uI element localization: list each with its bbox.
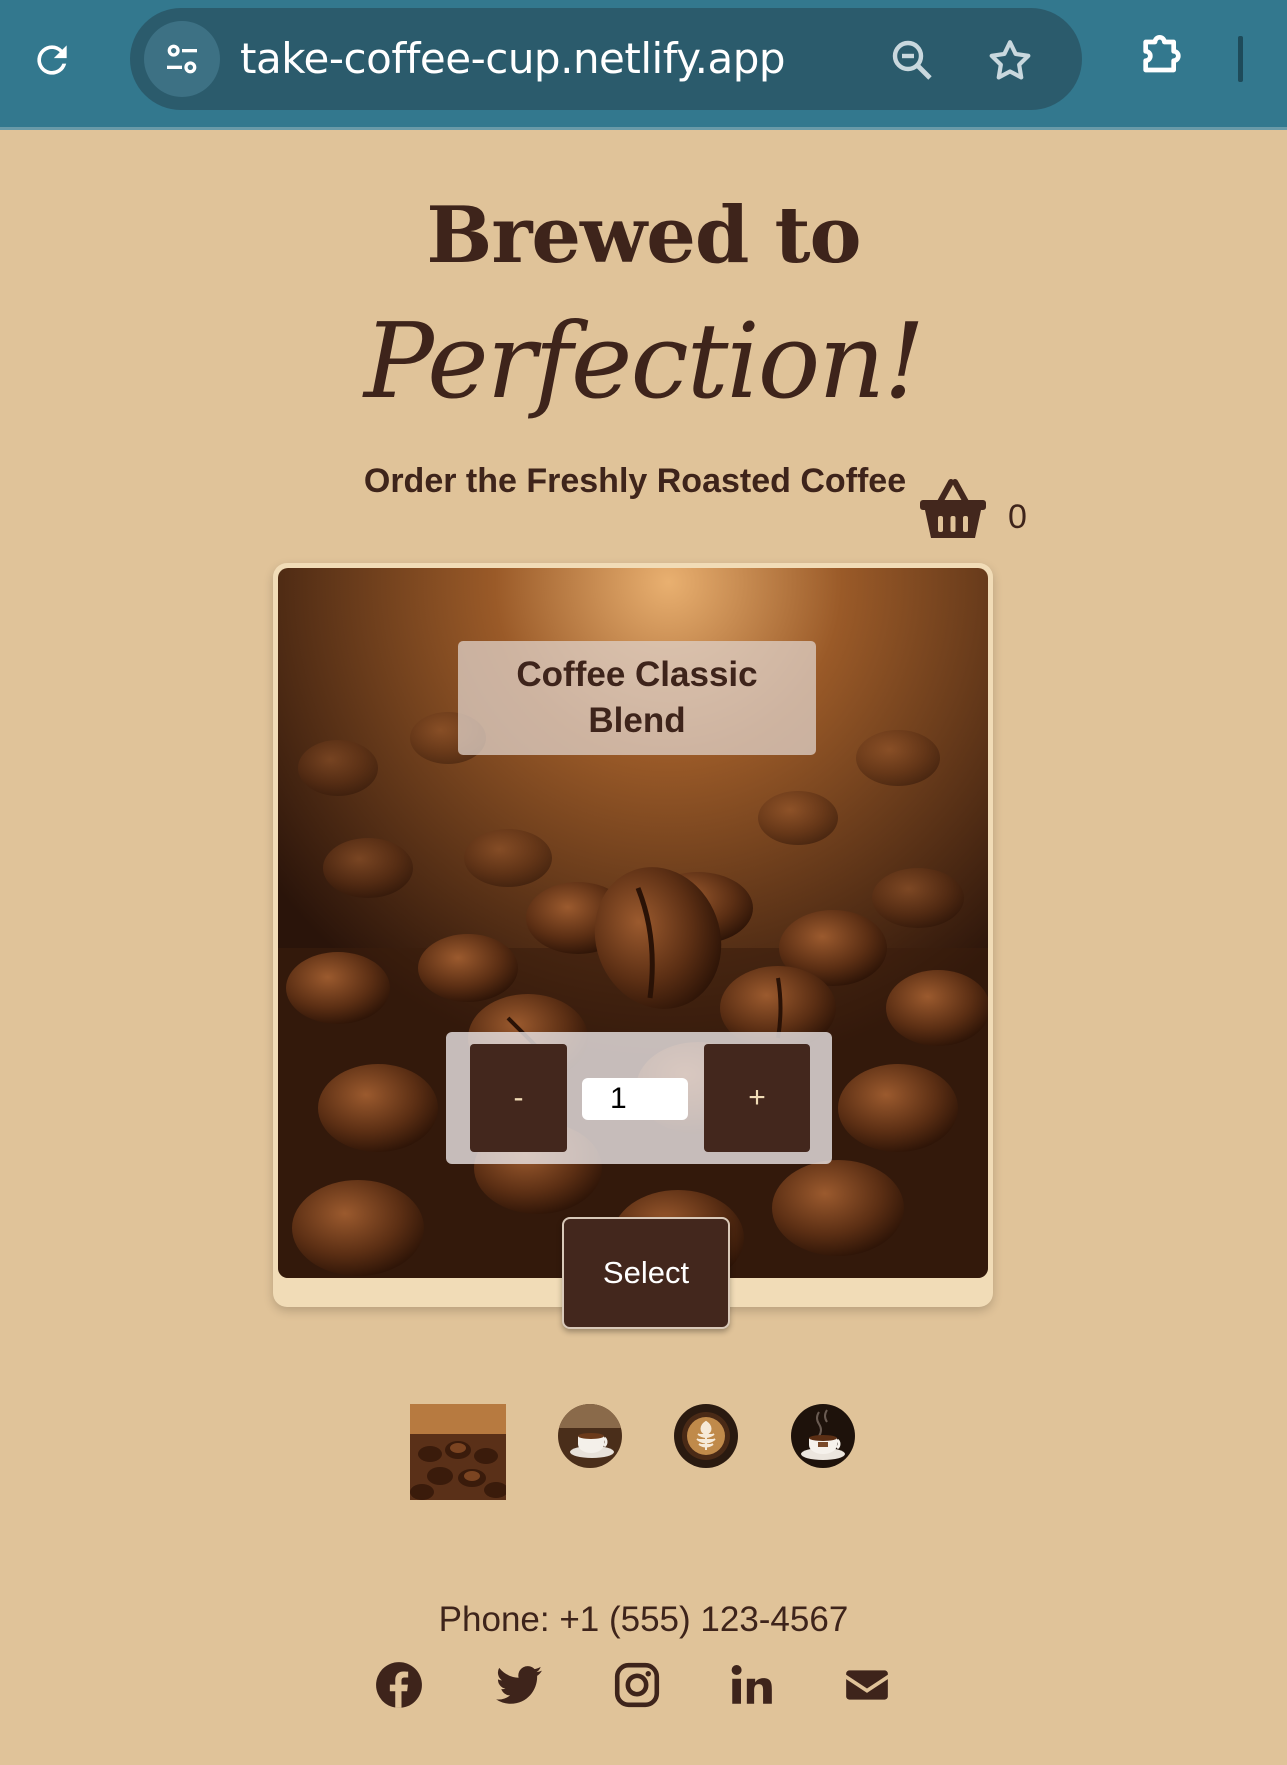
facebook-icon[interactable] <box>374 1660 424 1710</box>
url-text[interactable]: take-coffee-cup.netlify.app <box>240 8 786 110</box>
product-name: Coffee Classic Blend <box>516 655 758 740</box>
quantity-input[interactable] <box>582 1078 688 1120</box>
browser-toolbar: take-coffee-cup.netlify.app <box>0 0 1287 130</box>
linkedin-icon[interactable] <box>726 1660 776 1710</box>
zoom-out-icon[interactable] <box>888 36 936 84</box>
address-bar[interactable]: take-coffee-cup.netlify.app <box>130 8 1082 110</box>
coffee-beans-image: Coffee Classic Blend - + <box>278 568 988 1278</box>
cart-count: 0 <box>1008 498 1027 536</box>
quantity-stepper: - + <box>446 1032 832 1164</box>
product-name-box: Coffee Classic Blend <box>458 641 816 755</box>
mail-icon[interactable] <box>842 1660 892 1710</box>
select-button[interactable]: Select <box>562 1217 730 1329</box>
hero-title-line1: Brewed to <box>426 190 861 281</box>
toolbar-divider <box>1238 36 1243 82</box>
basket-icon[interactable] <box>918 478 988 542</box>
hero-title-line2: Perfection! <box>363 300 925 422</box>
bookmark-star-icon[interactable] <box>985 36 1035 86</box>
steaming-cup-thumbnail[interactable] <box>791 1404 855 1468</box>
product-card: Coffee Classic Blend - + <box>273 563 993 1307</box>
coffee-cup-thumbnail[interactable] <box>558 1404 622 1468</box>
decrement-button[interactable]: - <box>470 1044 567 1152</box>
hero-subtitle: Order the Freshly Roasted Coffee <box>363 462 907 500</box>
twitter-icon[interactable] <box>494 1660 544 1710</box>
reload-icon[interactable] <box>22 30 82 90</box>
coffee-beans-thumbnail[interactable] <box>410 1404 506 1500</box>
increment-button[interactable]: + <box>704 1044 810 1152</box>
site-settings-icon[interactable] <box>144 21 220 97</box>
instagram-icon[interactable] <box>612 1660 662 1710</box>
extensions-icon[interactable] <box>1134 28 1190 84</box>
phone-number: Phone: +1 (555) 123-4567 <box>438 1600 849 1639</box>
latte-art-thumbnail[interactable] <box>674 1404 738 1468</box>
